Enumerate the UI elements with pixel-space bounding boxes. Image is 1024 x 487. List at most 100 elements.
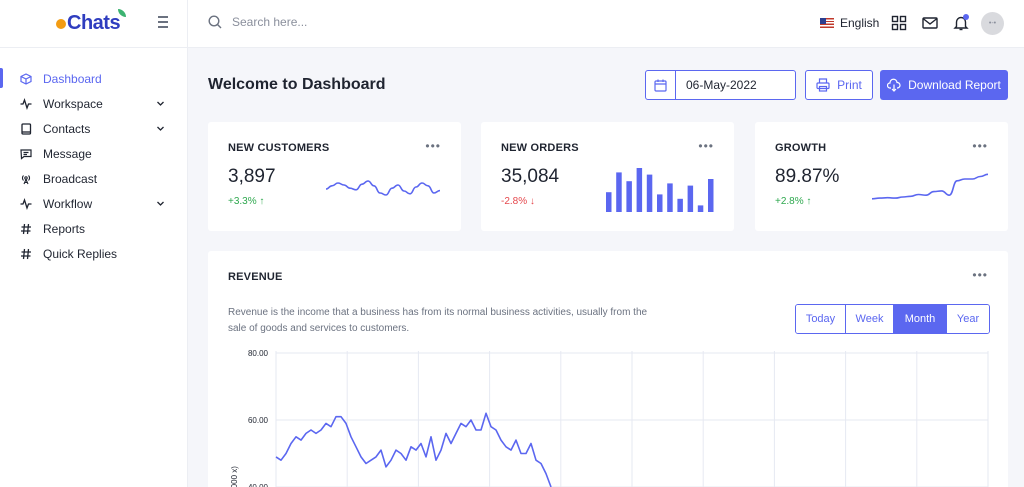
sidebar-item-workflow[interactable]: Workflow	[0, 191, 187, 216]
y-tick-label: 60.00	[248, 416, 269, 425]
sparkline-series	[871, 173, 989, 200]
stat-change: -2.8% ↓	[501, 196, 535, 207]
growth-sparkline	[871, 173, 989, 200]
print-label: Print	[837, 78, 862, 92]
topbar: English •-•	[188, 0, 1024, 48]
card-title: NEW CUSTOMERS	[228, 142, 330, 154]
search-input[interactable]	[232, 15, 432, 29]
bell-icon[interactable]	[953, 14, 969, 31]
book-icon	[20, 122, 32, 135]
stat-value: 89.87%	[775, 166, 840, 187]
stat-card-new-orders: NEW ORDERS ••• 35,084 -2.8% ↓	[481, 122, 734, 231]
page-title: Welcome to Dashboard	[208, 76, 386, 93]
print-button[interactable]: Print	[805, 70, 873, 100]
bar-mark	[616, 172, 622, 212]
download-report-button[interactable]: Download Report	[880, 70, 1008, 100]
activity-icon	[20, 97, 32, 110]
stat-change-value: -2.8%	[501, 196, 528, 207]
cloud-download-icon	[887, 78, 901, 92]
more-icon[interactable]: •••	[698, 140, 714, 152]
sidebar-item-label: Workflow	[43, 196, 93, 211]
arrow-down-icon: ↓	[529, 196, 535, 207]
logo-area: Chats	[0, 0, 187, 48]
card-title: NEW ORDERS	[501, 142, 579, 154]
logo[interactable]: Chats	[56, 9, 127, 35]
apps-grid-icon[interactable]	[891, 15, 907, 31]
bar-mark	[677, 198, 683, 212]
date-picker[interactable]: 06-May-2022	[645, 70, 796, 100]
logo-text: Chats	[67, 12, 121, 34]
sidebar-item-message[interactable]: Message	[0, 141, 187, 166]
sidebar-item-label: Quick Replies	[43, 246, 118, 261]
sidebar-item-label: Message	[43, 146, 92, 161]
message-icon	[20, 148, 32, 160]
range-tabs: Today Week Month Year	[795, 304, 990, 334]
more-icon[interactable]: •••	[425, 140, 441, 152]
sidebar-nav: Dashboard Workspace Contacts Message Bro…	[0, 48, 187, 266]
language-selector[interactable]: English	[820, 16, 879, 30]
bar-mark	[667, 183, 673, 212]
broadcast-icon	[20, 173, 32, 185]
tab-today[interactable]: Today	[796, 305, 846, 333]
more-icon[interactable]: •••	[972, 269, 988, 281]
mail-icon[interactable]	[922, 15, 938, 31]
bar-mark	[697, 205, 704, 212]
sparkline-series	[325, 180, 441, 196]
tab-month[interactable]: Month	[894, 305, 947, 333]
stat-change-value: +2.8%	[775, 196, 804, 207]
stat-value: 35,084	[501, 166, 560, 187]
sidebar-item-dashboard[interactable]: Dashboard	[0, 66, 187, 91]
arrow-up-icon: ↑	[806, 196, 812, 207]
chevron-down-icon[interactable]	[156, 124, 165, 133]
stat-card-growth: GROWTH ••• 89.87% +2.8% ↑	[755, 122, 1008, 231]
menu-toggle-icon[interactable]	[158, 16, 168, 30]
download-label: Download Report	[908, 78, 1001, 92]
search-box	[208, 15, 432, 29]
sidebar-item-contacts[interactable]: Contacts	[0, 116, 187, 141]
tab-week[interactable]: Week	[846, 305, 894, 333]
sidebar-item-quick-replies[interactable]: Quick Replies	[0, 241, 187, 266]
sidebar-item-label: Workspace	[43, 96, 103, 111]
sidebar: Chats Dashboard Workspace Contacts Messa…	[0, 0, 188, 487]
bar-mark	[636, 168, 643, 212]
revenue-card: REVENUE ••• Revenue is the income that a…	[208, 251, 1008, 487]
bar-mark	[657, 194, 663, 212]
sidebar-item-workspace[interactable]: Workspace	[0, 91, 187, 116]
orange-dot-icon	[56, 19, 66, 29]
bar-mark	[687, 185, 694, 212]
hash-icon	[20, 248, 32, 260]
more-icon[interactable]: •••	[972, 140, 988, 152]
us-flag-icon	[820, 18, 834, 28]
avatar[interactable]: •-•	[981, 12, 1004, 35]
sidebar-item-broadcast[interactable]: Broadcast	[0, 166, 187, 191]
date-value[interactable]: 06-May-2022	[676, 71, 757, 99]
stat-card-new-customers: NEW CUSTOMERS ••• 3,897 +3.3% ↑	[208, 122, 461, 231]
y-tick-label: 80.00	[248, 349, 269, 358]
bar-mark	[646, 174, 653, 212]
chevron-down-icon[interactable]	[156, 99, 165, 108]
bar-mark	[708, 179, 714, 212]
printer-icon	[816, 78, 830, 92]
y-axis-label: ($1000 x)	[230, 466, 239, 487]
sidebar-item-label: Reports	[43, 221, 86, 236]
y-tick-label: 40.00	[248, 483, 269, 487]
stat-change: +3.3% ↑	[228, 196, 264, 207]
sidebar-item-label: Contacts	[43, 121, 91, 136]
tab-year[interactable]: Year	[947, 305, 989, 333]
revenue-chart: 80.00 60.00 40.00 ($1000 x)	[230, 349, 989, 487]
calendar-icon[interactable]	[646, 71, 676, 99]
activity-icon	[20, 197, 32, 210]
stat-value: 3,897	[228, 166, 276, 187]
notification-dot	[963, 14, 969, 20]
language-label: English	[840, 16, 880, 30]
chevron-down-icon[interactable]	[156, 199, 165, 208]
sidebar-item-reports[interactable]: Reports	[0, 216, 187, 241]
bar-mark	[626, 181, 632, 212]
search-icon[interactable]	[208, 15, 222, 29]
sidebar-item-label: Broadcast	[43, 171, 98, 186]
revenue-series-line	[275, 412, 552, 487]
orders-bar-sparkline	[606, 168, 714, 212]
hash-icon	[20, 223, 32, 235]
sidebar-item-label: Dashboard	[43, 71, 102, 86]
card-title: GROWTH	[775, 142, 827, 154]
